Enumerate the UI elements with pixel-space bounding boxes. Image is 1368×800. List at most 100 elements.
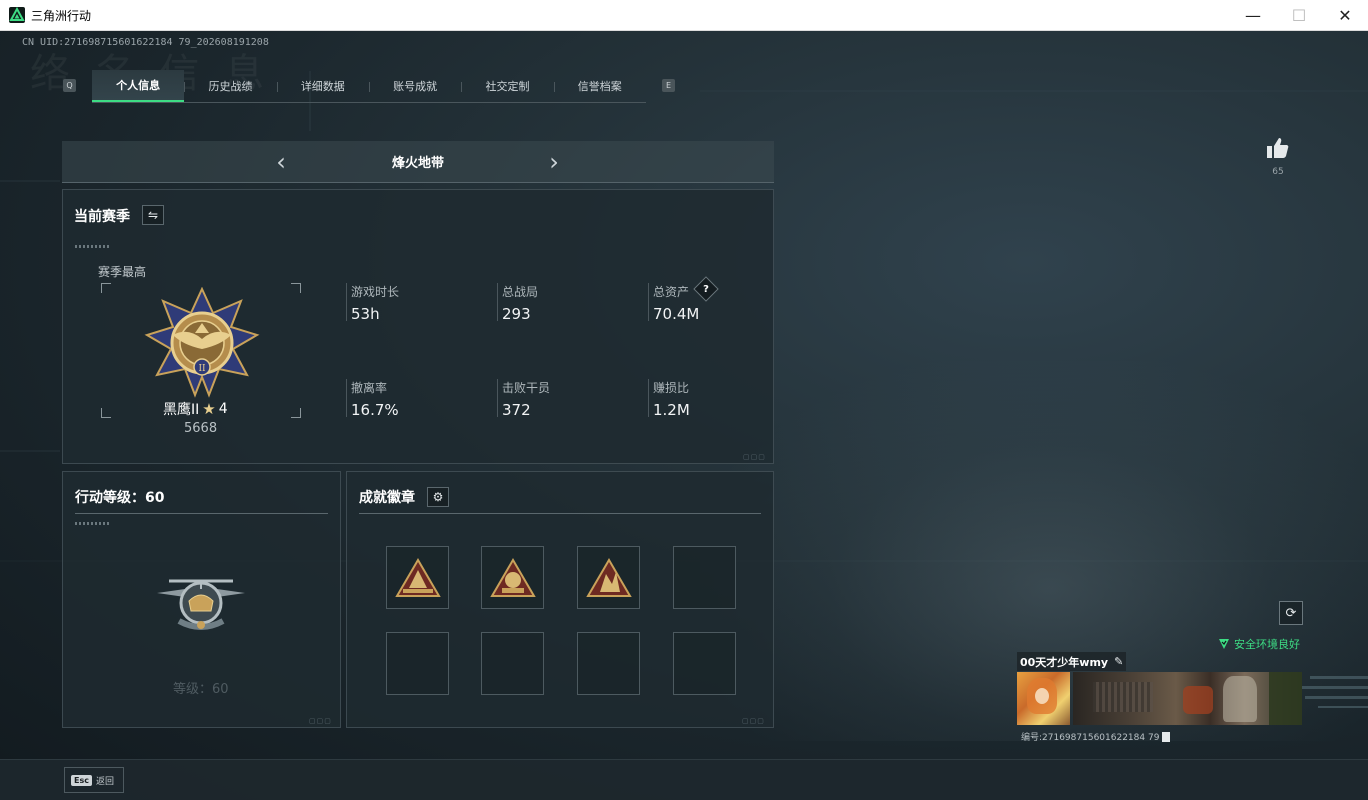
esc-key-hint: Esc [71, 774, 92, 786]
player-name: 00天才少年wmy [1020, 655, 1109, 669]
achievement-badge-slot-empty[interactable] [481, 632, 544, 695]
safe-environment-status: 安全环境良好 [1218, 636, 1300, 652]
achievements-title: 成就徽章 [359, 490, 415, 506]
panel-decoration: ▢▢▢ [743, 453, 766, 461]
back-button[interactable]: Esc 返回 [64, 767, 124, 793]
rank-star-icon: ★ [202, 400, 216, 418]
stat-playtime-value: 53h [351, 305, 380, 323]
level-title: 行动等级：60 [75, 490, 165, 506]
tab-match-history[interactable]: 历史战绩 [184, 70, 276, 102]
achievement-badge-slot-empty[interactable] [673, 546, 736, 609]
window-title: 三角洲行动 [31, 8, 92, 23]
tab-detailed-data[interactable]: 详细数据 [276, 70, 369, 102]
shield-check-icon [1219, 639, 1229, 649]
stat-total-assets-value: 70.4M [653, 305, 700, 323]
season-title-underline [75, 245, 111, 248]
safe-status-text: 安全环境良好 [1234, 638, 1300, 651]
level-title-divider [75, 513, 328, 514]
achievement-badge-slot[interactable] [577, 546, 640, 609]
stat-playtime-label: 游戏时长 [351, 285, 400, 299]
frame-corner [291, 283, 301, 293]
bottom-bar: Esc 返回 [0, 759, 1368, 800]
rank-stars: 4 [218, 401, 228, 417]
svg-text:II: II [198, 364, 206, 374]
stat-divider [497, 379, 498, 417]
copy-icon[interactable] [1162, 731, 1171, 742]
profile-banner[interactable] [1073, 672, 1302, 725]
panel-decoration: ▢▢▢ [309, 717, 332, 725]
tab-key-right: E [662, 79, 675, 92]
season-title: 当前赛季 [74, 209, 130, 225]
main-tabs: 个人信息 历史战绩 详细数据 账号成就 社交定制 信誉档案 [92, 70, 646, 103]
mode-prev-button[interactable]: ‹ [269, 148, 293, 176]
achievement-badge-slot[interactable] [481, 546, 544, 609]
close-button[interactable]: ✕ [1322, 0, 1368, 31]
achievement-badge-slot[interactable] [386, 546, 449, 609]
tab-personal-info[interactable]: 个人信息 [92, 70, 185, 102]
stat-profit-ratio-label: 赚损比 [653, 381, 690, 395]
like-button[interactable]: 65 [1262, 137, 1294, 177]
rank-name: 黑鹰II [163, 402, 200, 418]
stat-divider [346, 283, 347, 321]
player-id-row: 编号:271698715601622184 79 [1021, 730, 1171, 743]
stat-total-assets-label: 总资产 [653, 285, 690, 299]
panel-decoration: ▢▢▢ [742, 717, 765, 725]
stat-divider [346, 379, 347, 417]
achievement-badge-icon [585, 557, 632, 597]
achievement-badge-slot-empty[interactable] [386, 632, 449, 695]
profile-name-row: 00天才少年wmy ✎ [1017, 652, 1126, 671]
stat-divider [648, 283, 649, 321]
frame-corner [291, 408, 301, 418]
swap-icon: ⇋ [147, 208, 159, 222]
level-caption: 等级：60 [173, 682, 229, 697]
mode-next-button[interactable]: › [542, 148, 566, 176]
season-switch-button[interactable]: ⇋ [142, 205, 164, 225]
stat-extraction-rate-label: 撤离率 [351, 381, 388, 395]
stat-extraction-rate-value: 16.7% [351, 401, 399, 419]
level-title-underline [75, 522, 111, 525]
achievements-panel: 成就徽章 ⚙ ▢▢▢ [346, 471, 774, 728]
level-panel: 行动等级：60 等级：60 ▢▢▢ [62, 471, 341, 728]
stat-total-matches-value: 293 [502, 305, 531, 323]
stat-profit-ratio-value: 1.2M [653, 401, 690, 419]
stat-total-matches-label: 总战局 [502, 285, 539, 299]
rank-emblem-icon: II [144, 287, 260, 398]
uid-label: CN UID:271698715601622184 79_20260819120… [22, 37, 269, 48]
achievements-settings-button[interactable]: ⚙ [427, 487, 449, 507]
season-panel: 当前赛季 ⇋ 赛季最高 II 黑鹰II ★ 4 5668 游戏时长 53h 总战… [62, 189, 774, 464]
achievement-badge-icon [489, 557, 536, 597]
rank-score: 5668 [184, 421, 218, 436]
app-logo-icon [9, 7, 25, 23]
thumbs-up-icon [1267, 138, 1289, 158]
tab-social-custom[interactable]: 社交定制 [461, 70, 553, 102]
frame-corner [101, 283, 111, 293]
window-titlebar: 三角洲行动 — ☐ ✕ [0, 0, 1368, 31]
tab-key-left: Q [63, 79, 76, 92]
helicopter-emblem-icon [157, 579, 245, 630]
achievement-badge-slot-empty[interactable] [577, 632, 640, 695]
mode-title: 烽火地带 [391, 156, 444, 171]
stat-divider [648, 379, 649, 417]
back-label: 返回 [95, 776, 114, 787]
profile-avatar[interactable] [1017, 672, 1070, 725]
gear-icon: ⚙ [432, 490, 444, 504]
achievements-title-divider [359, 513, 761, 514]
edit-name-icon[interactable]: ✎ [1114, 655, 1123, 668]
frame-corner [101, 408, 111, 418]
season-best-label: 赛季最高 [98, 265, 147, 279]
game-viewport: 络 名 信 息 CN UID:271698715601622184 79_202… [0, 31, 1368, 800]
player-id: 编号:271698715601622184 79 [1021, 733, 1160, 743]
tab-account-achievements[interactable]: 账号成就 [368, 70, 461, 102]
stat-kills-value: 372 [502, 401, 531, 419]
stat-divider [497, 283, 498, 321]
maximize-button[interactable]: ☐ [1276, 0, 1322, 31]
like-count: 65 [1272, 167, 1284, 177]
tab-credit-file[interactable]: 信誉档案 [553, 70, 646, 102]
minimize-button[interactable]: — [1230, 0, 1276, 31]
mode-selector: ‹ 烽火地带 › [62, 141, 774, 183]
refresh-icon: ⟳ [1285, 605, 1297, 621]
achievement-badge-icon [394, 557, 441, 597]
stat-kills-label: 击败干员 [502, 381, 551, 395]
achievement-badge-slot-empty[interactable] [673, 632, 736, 695]
refresh-button[interactable]: ⟳ [1279, 601, 1303, 625]
